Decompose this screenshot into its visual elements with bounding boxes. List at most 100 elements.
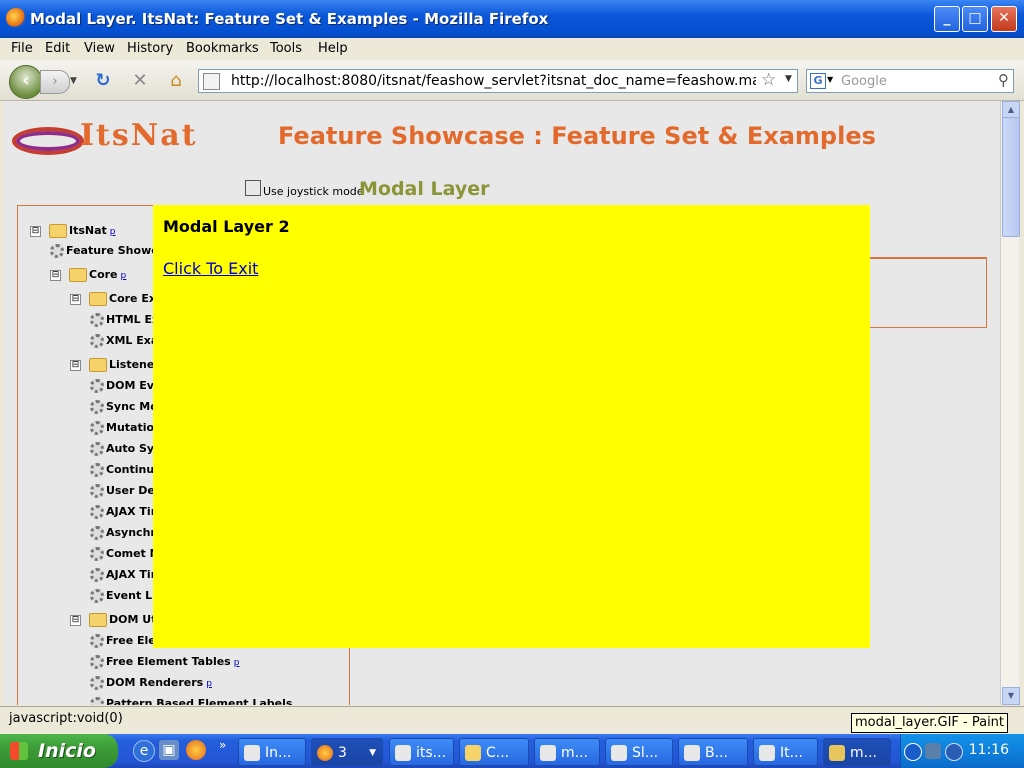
tree-node[interactable]: Mutation (90, 421, 162, 435)
document-icon (759, 745, 775, 761)
tree-node-link[interactable]: p (121, 271, 127, 281)
collapse-icon[interactable]: ⊟ (70, 293, 81, 305)
forward-button[interactable]: › (40, 70, 70, 94)
menu-view[interactable]: View (84, 41, 115, 56)
tree-node[interactable]: AJAX Tin (90, 568, 159, 582)
tree-node-link[interactable]: p (234, 658, 240, 668)
menu-bookmarks[interactable]: Bookmarks (186, 41, 259, 56)
tree-node[interactable]: Auto Syr (90, 442, 160, 456)
tree-node[interactable]: AJAX Tin (90, 505, 159, 519)
tree-node[interactable]: ⊟ Core p (50, 268, 126, 282)
tree-node[interactable]: Sync Mo (90, 400, 158, 414)
internet-explorer-icon[interactable]: e (133, 740, 155, 762)
tree-node[interactable]: Free Element Tables p (90, 655, 239, 669)
tree-node-label[interactable]: AJAX Tin (106, 568, 159, 581)
tree-node[interactable]: Asynchr (90, 526, 156, 540)
tree-node-label[interactable]: DOM Renderers (106, 676, 203, 689)
menu-help[interactable]: Help (318, 41, 348, 56)
stop-button[interactable]: ✕ (129, 70, 151, 92)
joystick-checkbox[interactable] (245, 180, 261, 196)
start-button[interactable]: Inicio (0, 734, 118, 768)
menu-history[interactable]: History (127, 41, 173, 56)
tree-node[interactable]: Feature Showca (50, 244, 165, 258)
tree-node-label[interactable]: Core (89, 268, 118, 281)
tree-node-label[interactable]: Pattern Based Element Labels (106, 697, 292, 705)
close-button[interactable]: ✕ (991, 6, 1017, 32)
taskbar-tooltip: modal_layer.GIF - Paint (851, 713, 1009, 733)
back-button[interactable]: ‹ (9, 65, 43, 99)
tray-app-icon[interactable] (945, 743, 963, 761)
taskbar-button[interactable]: It... (753, 738, 818, 766)
tree-node-link[interactable]: p (206, 679, 212, 689)
search-engine-dropdown-icon[interactable]: ▼ (827, 75, 833, 84)
tree-node-label[interactable]: AJAX Tin (106, 505, 159, 518)
maximize-button[interactable]: □ (962, 6, 988, 32)
tree-node-link[interactable]: p (110, 227, 116, 237)
url-dropdown-icon[interactable]: ▼ (785, 74, 792, 84)
tree-node[interactable]: HTML Ex (90, 313, 159, 327)
gear-icon (90, 526, 104, 540)
quicklaunch-more-icon[interactable]: » (219, 738, 226, 752)
tree-node-label[interactable]: User Del (106, 484, 159, 497)
tree-node-label[interactable]: Auto Syr (106, 442, 160, 455)
tree-node[interactable]: User Del (90, 484, 159, 498)
taskbar-button[interactable]: In... (238, 738, 306, 766)
tree-node-label[interactable]: HTML Ex (106, 313, 159, 326)
taskbar-button-firefox-group[interactable]: 3 ▼ (311, 738, 383, 766)
status-text: javascript:void(0) (9, 711, 123, 726)
tree-node-label[interactable]: Comet N (106, 547, 159, 560)
tree-node[interactable]: Pattern Based Element Labels (90, 697, 292, 705)
taskbar-button[interactable]: Sl... (605, 738, 673, 766)
tree-node[interactable]: Comet N (90, 547, 159, 561)
search-engine-icon[interactable]: G (810, 73, 826, 89)
tree-node-label[interactable]: Free Element Tables (106, 655, 231, 668)
tree-node[interactable]: Continue (90, 463, 162, 477)
tree-node-label[interactable]: ItsNat (69, 224, 107, 237)
tree-node[interactable]: XML Exa (90, 334, 158, 348)
modal-exit-link[interactable]: Click To Exit (163, 259, 258, 278)
tree-node[interactable]: Event Lis (90, 589, 162, 603)
taskbar-button[interactable]: its... (389, 738, 454, 766)
gear-icon (90, 379, 104, 393)
search-icon[interactable]: ⚲ (998, 71, 1009, 89)
app-icon (395, 745, 411, 761)
history-dropdown-icon[interactable]: ▼ (70, 76, 77, 86)
collapse-icon[interactable]: ⊟ (30, 225, 41, 237)
search-box[interactable]: G ▼ Google ⚲ (806, 69, 1014, 93)
taskbar-button[interactable]: C... (459, 738, 529, 766)
vertical-scrollbar[interactable]: ▲ ▼ (1000, 101, 1020, 705)
tree-node[interactable]: ⊟ Listeners (70, 358, 166, 372)
scrollbar-thumb[interactable] (1002, 117, 1020, 237)
show-desktop-icon[interactable]: ▣ (159, 740, 179, 760)
address-url[interactable]: http://localhost:8080/itsnat/feashow_ser… (231, 73, 756, 89)
gear-icon (90, 421, 104, 435)
firefox-quicklaunch-icon[interactable] (186, 740, 206, 760)
menu-edit[interactable]: Edit (45, 41, 70, 56)
taskbar-button-paint[interactable]: m... (823, 738, 891, 766)
minimize-button[interactable]: _ (934, 6, 960, 32)
tree-node[interactable]: DOM Renderers p (90, 676, 212, 690)
taskbar-button[interactable]: m... (534, 738, 600, 766)
tree-node-label[interactable]: Feature Showca (66, 244, 165, 257)
bookmark-star-icon[interactable]: ☆ (761, 70, 776, 90)
reload-button[interactable]: ↻ (92, 70, 114, 92)
address-bar[interactable]: http://localhost:8080/itsnat/feashow_ser… (198, 69, 798, 93)
collapse-icon[interactable]: ⊟ (70, 359, 81, 371)
taskbar-button[interactable]: B... (678, 738, 748, 766)
collapse-icon[interactable]: ⊟ (70, 614, 81, 626)
tray-expand-icon[interactable] (904, 743, 922, 761)
menu-tools[interactable]: Tools (270, 41, 302, 56)
search-input[interactable]: Google (841, 74, 887, 89)
gear-icon (90, 655, 104, 669)
network-icon[interactable] (925, 743, 941, 759)
menu-file[interactable]: File (11, 41, 33, 56)
home-button[interactable]: ⌂ (165, 70, 187, 92)
tree-node-label[interactable]: XML Exa (106, 334, 158, 347)
group-dropdown-icon: ▼ (369, 748, 376, 758)
tree-node[interactable]: ⊟ ItsNat p (30, 224, 116, 238)
collapse-icon[interactable]: ⊟ (50, 269, 61, 281)
scroll-down-arrow-icon[interactable]: ▼ (1002, 687, 1020, 705)
tree-node-label[interactable]: Asynchr (106, 526, 156, 539)
tree-node[interactable]: DOM Eve (90, 379, 161, 393)
tree-node-label[interactable]: Sync Mo (106, 400, 158, 413)
